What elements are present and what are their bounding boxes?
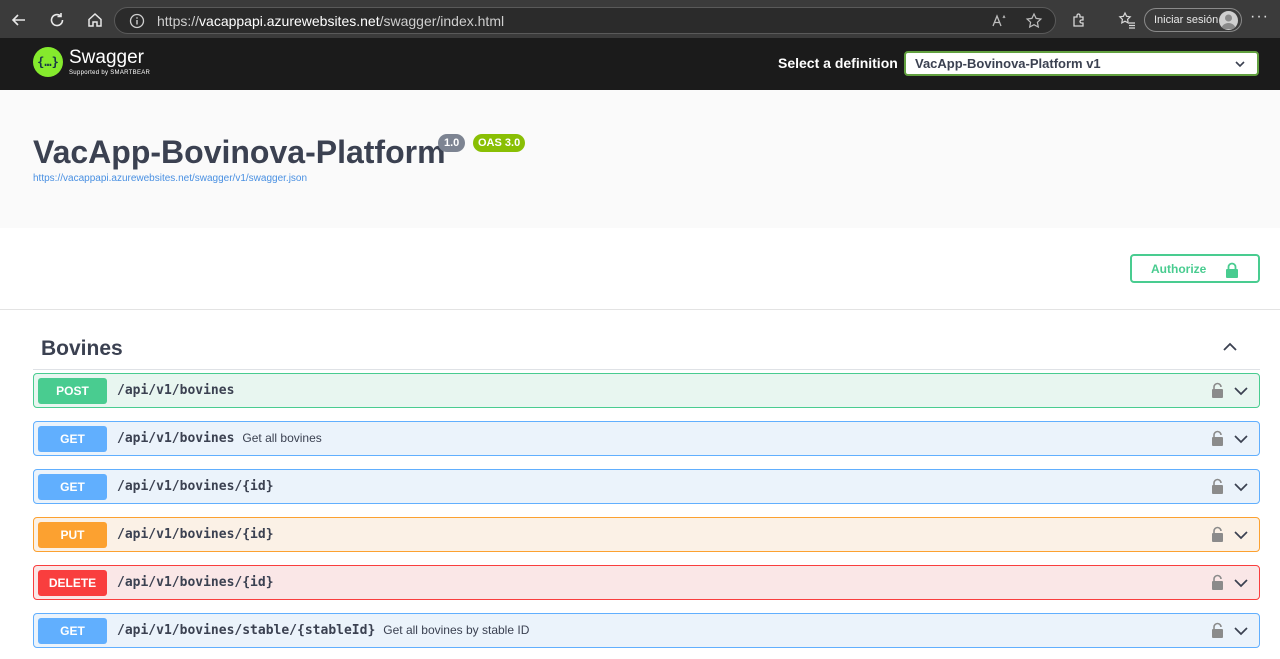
address-bar[interactable]: https://vacappapi.azurewebsites.net/swag…: [114, 7, 1056, 34]
tag-bovines[interactable]: Bovines: [33, 330, 1260, 370]
chevron-down-icon[interactable]: [1233, 480, 1249, 494]
avatar: [1219, 11, 1238, 30]
chevron-down-icon[interactable]: [1233, 384, 1249, 398]
info-section: VacApp-Bovinova-Platform 1.0 OAS 3.0 htt…: [0, 90, 1280, 228]
back-button[interactable]: [0, 0, 38, 40]
url-prefix: https://: [157, 12, 200, 29]
lock-icon[interactable]: [1211, 622, 1224, 639]
method-badge: GET: [38, 474, 107, 500]
chevron-down-icon[interactable]: [1233, 624, 1249, 638]
extensions-button[interactable]: [1066, 7, 1092, 33]
chevron-down-icon: [1235, 61, 1245, 68]
logo-sub: Supported by SMARTBEAR: [69, 70, 151, 76]
operation-path-text: /api/v1/bovines/{id}: [117, 527, 274, 542]
operation-summary: Get all bovines by stable ID: [383, 623, 530, 637]
schemes-section: Authorize: [0, 228, 1280, 310]
url-text: https://vacappapi.azurewebsites.net/swag…: [157, 13, 504, 29]
signin-button[interactable]: Iniciar sesión: [1144, 8, 1242, 32]
operation-path: /api/v1/bovines/{id}: [117, 479, 282, 494]
spec-link[interactable]: https://vacappapi.azurewebsites.net/swag…: [33, 173, 307, 184]
extensions-icon: [1073, 13, 1084, 27]
operation-post-bovines[interactable]: POST /api/v1/bovines: [33, 373, 1260, 408]
refresh-icon: [50, 13, 64, 27]
swagger-logo-icon: {…}: [33, 47, 63, 77]
definition-select[interactable]: VacApp-Bovinova-Platform v1: [904, 51, 1259, 76]
method-badge: GET: [38, 618, 107, 644]
operation-path: /api/v1/bovines/{id}: [117, 527, 282, 542]
lock-icon[interactable]: [1211, 382, 1224, 399]
favorite-star-icon[interactable]: [1025, 12, 1043, 30]
back-arrow-icon: [11, 14, 25, 26]
chevron-up-icon[interactable]: [1222, 339, 1238, 355]
favorites-icon: [1118, 11, 1135, 29]
refresh-button[interactable]: [38, 0, 76, 40]
operation-path-text: /api/v1/bovines/{id}: [117, 575, 274, 590]
oas-badge: OAS 3.0: [473, 134, 526, 152]
home-button[interactable]: [76, 0, 114, 40]
chevron-down-icon[interactable]: [1233, 576, 1249, 590]
lock-icon[interactable]: [1211, 574, 1224, 591]
favorites-button[interactable]: [1114, 7, 1140, 33]
operation-summary: Get all bovines: [242, 431, 322, 445]
logo-word: Swagger: [69, 47, 144, 68]
more-icon: ···: [1250, 8, 1269, 25]
url-host: vacappapi.azurewebsites.net: [199, 12, 380, 29]
operation-path-text: /api/v1/bovines: [117, 431, 235, 446]
home-icon: [88, 12, 102, 27]
version-badge: 1.0: [438, 134, 466, 152]
method-badge: DELETE: [38, 570, 107, 596]
method-badge: GET: [38, 426, 107, 452]
tag-name: Bovines: [41, 337, 123, 360]
lock-icon: [1226, 262, 1238, 278]
info-icon: [129, 13, 145, 28]
authorize-button[interactable]: Authorize: [1130, 254, 1260, 283]
method-badge: POST: [38, 378, 107, 404]
operation-path: /api/v1/bovines/{id}: [117, 575, 282, 590]
operation-get-bovines[interactable]: GET /api/v1/bovines Get all bovines: [33, 421, 1260, 456]
swagger-topbar: {…} Swagger Supported by SMARTBEAR Selec…: [0, 38, 1280, 90]
more-button[interactable]: ···: [1250, 8, 1269, 26]
chevron-down-icon[interactable]: [1233, 528, 1249, 542]
operation-path-text: /api/v1/bovines/stable/{stableId}: [117, 623, 376, 638]
lock-icon[interactable]: [1211, 430, 1224, 447]
operation-put-bovine[interactable]: PUT /api/v1/bovines/{id}: [33, 517, 1260, 552]
lock-icon[interactable]: [1211, 478, 1224, 495]
operation-path-text: /api/v1/bovines/{id}: [117, 479, 274, 494]
operation-get-bovines-by-stable[interactable]: GET /api/v1/bovines/stable/{stableId} Get…: [33, 613, 1260, 648]
authorize-label: Authorize: [1151, 261, 1207, 276]
operation-path-text: /api/v1/bovines: [117, 383, 235, 398]
signin-label: Iniciar sesión: [1154, 14, 1219, 26]
swagger-logo[interactable]: {…} Swagger Supported by SMARTBEAR: [33, 47, 150, 77]
user-icon: [1221, 14, 1236, 29]
definition-selected: VacApp-Bovinova-Platform v1: [915, 56, 1101, 71]
operation-path: /api/v1/bovines: [117, 383, 242, 398]
lock-icon[interactable]: [1211, 526, 1224, 543]
operation-get-bovine-by-id[interactable]: GET /api/v1/bovines/{id}: [33, 469, 1260, 504]
url-path: /swagger/index.html: [379, 12, 505, 29]
definition-label: Select a definition: [778, 55, 898, 71]
operation-delete-bovine[interactable]: DELETE /api/v1/bovines/{id}: [33, 565, 1260, 600]
method-badge: PUT: [38, 522, 107, 548]
operation-path: /api/v1/bovines/stable/{stableId} Get all…: [117, 623, 529, 638]
read-aloud-icon[interactable]: [991, 12, 1009, 30]
page-title: VacApp-Bovinova-Platform: [33, 134, 446, 170]
chevron-down-icon[interactable]: [1233, 432, 1249, 446]
operation-path: /api/v1/bovines Get all bovines: [117, 431, 322, 446]
